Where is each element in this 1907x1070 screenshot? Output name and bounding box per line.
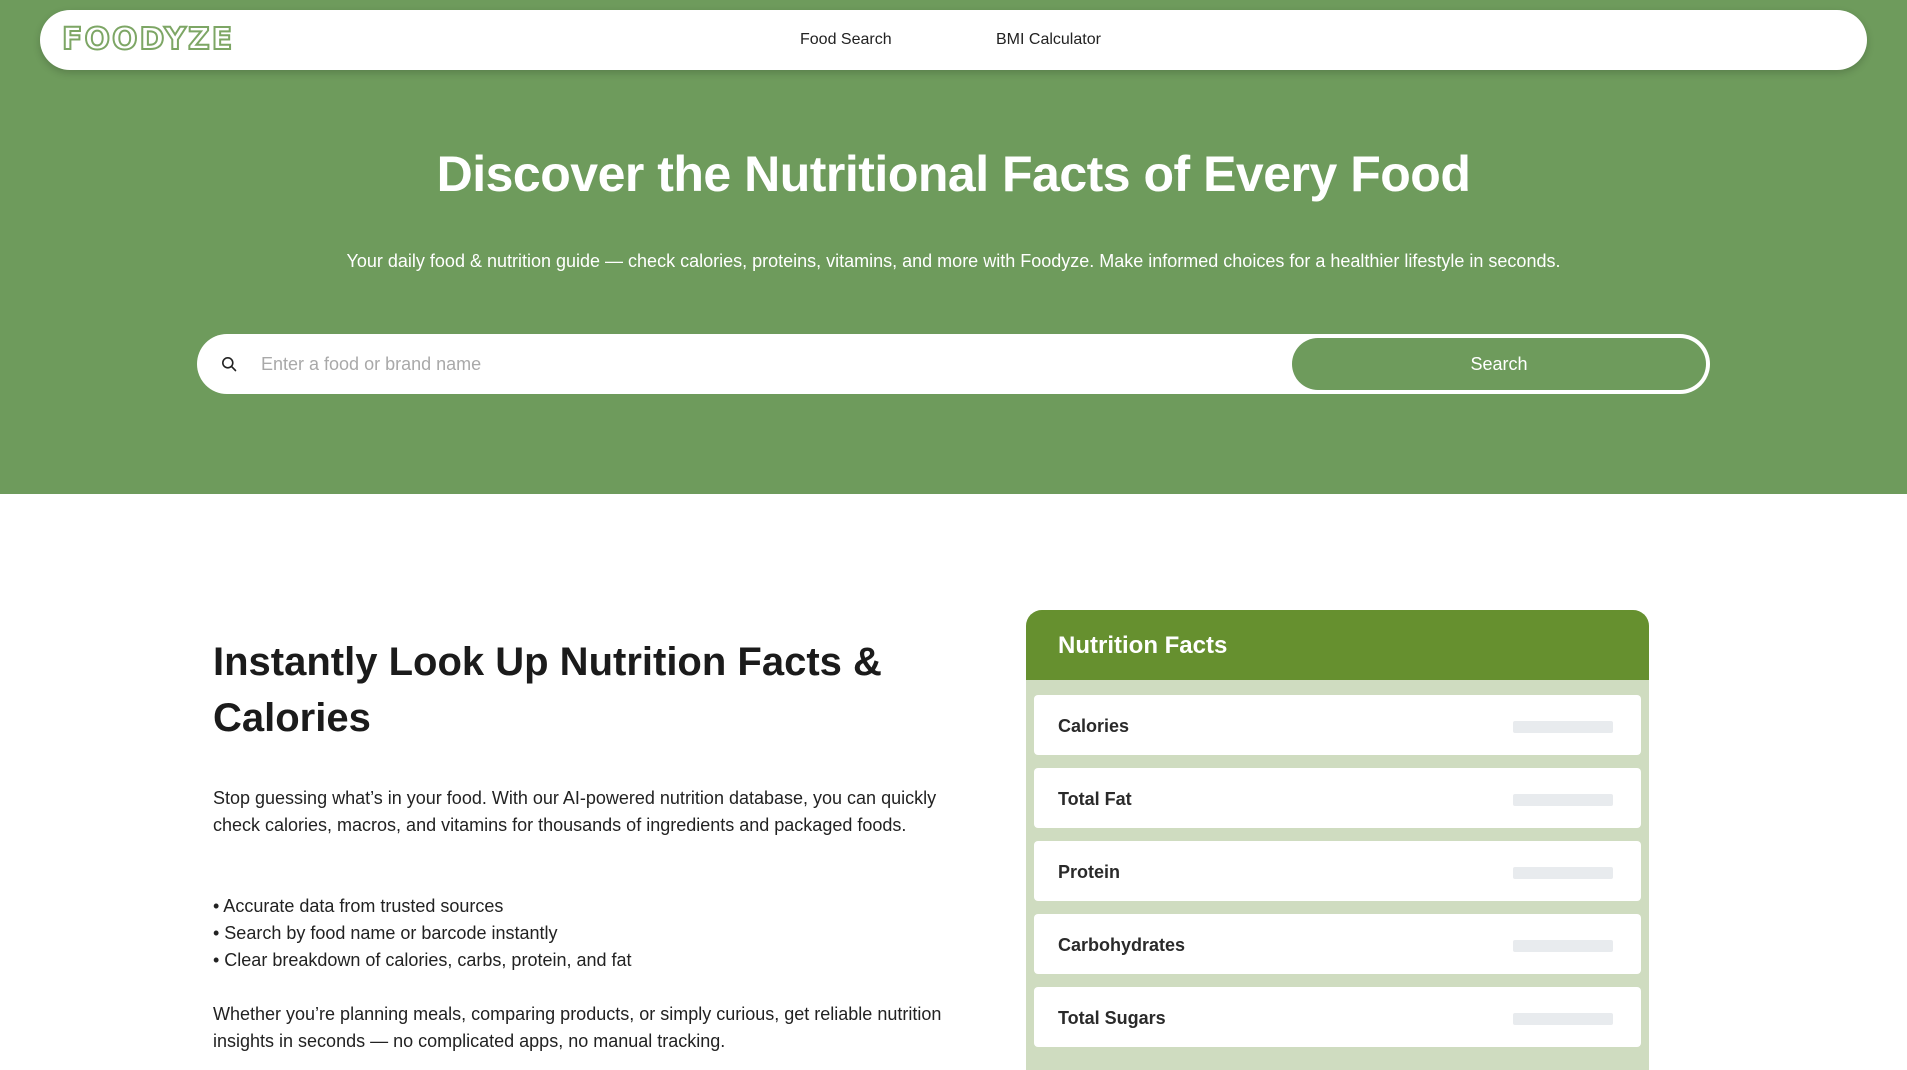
intro-paragraph: Stop guessing what’s in your food. With … — [213, 788, 937, 835]
fact-row-calories: Calories — [1034, 695, 1641, 755]
search-icon — [222, 357, 237, 372]
feature-list-item: • Search by food name or barcode instant… — [213, 923, 558, 943]
fact-row-total-sugars: Total Sugars — [1034, 987, 1641, 1047]
fact-value-placeholder — [1513, 940, 1613, 952]
fact-row-total-fat: Total Fat — [1034, 768, 1641, 828]
hero-subtitle: Your daily food & nutrition guide — chec… — [346, 251, 1561, 271]
fact-row-protein: Protein — [1034, 841, 1641, 901]
foodyze-logo[interactable]: FOODYZE — [61, 23, 234, 57]
fact-value-placeholder — [1513, 721, 1613, 733]
nav-link-food-search[interactable]: Food Search — [800, 30, 892, 50]
fact-label: Carbohydrates — [1058, 935, 1186, 955]
nutrition-facts-title: Nutrition Facts — [1058, 632, 1228, 659]
fact-row-carbohydrates: Carbohydrates — [1034, 914, 1641, 974]
nutrition-facts-header: Nutrition Facts — [1026, 610, 1649, 680]
fact-value-placeholder — [1513, 1013, 1613, 1025]
feature-list: • Accurate data from trusted sources • S… — [213, 893, 953, 974]
fact-value-placeholder — [1513, 794, 1613, 806]
fact-label: Calories — [1058, 716, 1130, 736]
feature-list-item: • Accurate data from trusted sources — [213, 896, 504, 916]
food-search-bar: Search — [197, 334, 1710, 394]
fact-label: Protein — [1058, 862, 1121, 882]
fact-label: Total Fat — [1058, 789, 1132, 809]
search-button[interactable]: Search — [1292, 338, 1706, 390]
fact-label: Total Sugars — [1058, 1008, 1166, 1028]
hero-section: FOODYZE Food Search BMI Calculator Disco… — [0, 0, 1907, 494]
nutrition-facts-card: Nutrition Facts Calories Total Fat Prote… — [1026, 610, 1649, 1070]
fact-value-placeholder — [1513, 867, 1613, 879]
nav-link-bmi-calculator[interactable]: BMI Calculator — [996, 30, 1101, 50]
food-search-input[interactable] — [261, 346, 1441, 382]
intro-title: Instantly Look Up Nutrition Facts & Calo… — [213, 640, 882, 740]
feature-list-item: • Clear breakdown of calories, carbs, pr… — [213, 950, 632, 970]
intro-closing-paragraph: Whether you’re planning meals, comparing… — [213, 1004, 942, 1051]
hero-title: Discover the Nutritional Facts of Every … — [436, 146, 1471, 202]
top-navbar: FOODYZE Food Search BMI Calculator — [40, 10, 1867, 70]
